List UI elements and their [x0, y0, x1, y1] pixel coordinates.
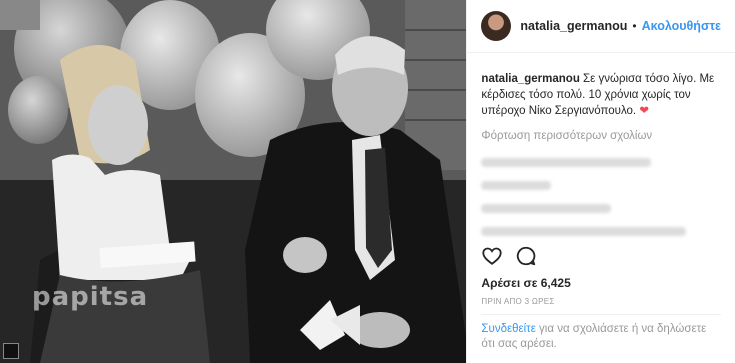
heart-emoji-icon: ❤	[639, 105, 649, 117]
caption: natalia_germanou Σε γνώρισα τόσο λίγο. Μ…	[481, 71, 721, 119]
comment-bubble-icon[interactable]	[515, 245, 537, 267]
header-username[interactable]: natalia_germanou	[520, 19, 627, 33]
blurred-comment	[481, 158, 652, 167]
instagram-post: papitsa natalia_germanou • Ακολουθήστε n…	[0, 0, 735, 363]
likes-count[interactable]: Αρέσει σε 6,425	[481, 276, 570, 290]
avatar[interactable]	[481, 11, 512, 41]
photo-watermark: papitsa	[32, 282, 149, 312]
blurred-comment	[481, 204, 612, 213]
post-side-panel: natalia_germanou • Ακολουθήστε natalia_g…	[466, 0, 735, 363]
comments-section: natalia_germanou Σε γνώρισα τόσο λίγο. Μ…	[467, 53, 735, 236]
follow-button[interactable]: Ακολουθήστε	[642, 19, 721, 33]
heart-outline-icon[interactable]	[481, 245, 503, 267]
blurred-comment	[481, 227, 687, 236]
post-timestamp: ΠΡΙΝ ΑΠΟ 3 ΩΡΕΣ	[481, 297, 555, 306]
blurred-comment	[481, 181, 552, 190]
header-separator: •	[632, 19, 637, 33]
corner-badge-icon	[3, 343, 19, 359]
load-more-comments-link[interactable]: Φόρτωση περισσότερων σχολίων	[481, 128, 721, 144]
action-bar	[481, 245, 537, 267]
post-header: natalia_germanou • Ακολουθήστε	[467, 0, 735, 53]
caption-username[interactable]: natalia_germanou	[481, 73, 579, 85]
login-link[interactable]: Συνδεθείτε	[481, 323, 535, 335]
divider	[481, 314, 721, 315]
post-photo[interactable]: papitsa	[0, 0, 467, 363]
login-prompt: Συνδεθείτε για να σχολιάσετε ή να δηλώσε…	[481, 322, 721, 352]
